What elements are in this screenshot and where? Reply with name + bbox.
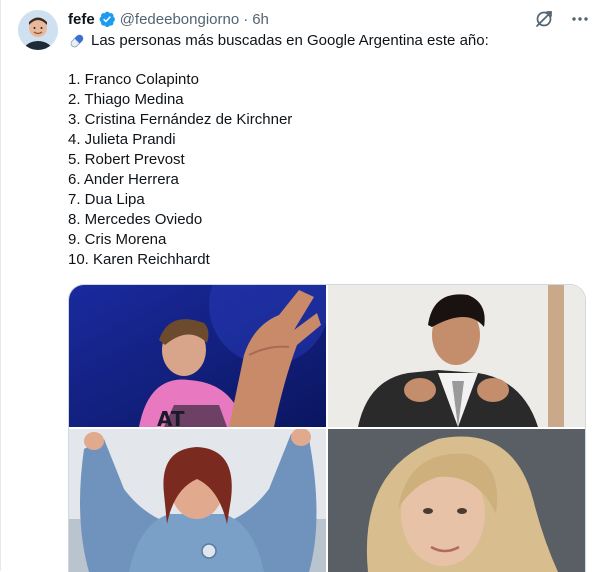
timestamp[interactable]: 6h (252, 11, 269, 28)
list-item: 5. Robert Prevost (68, 151, 185, 168)
tweet-top-actions (533, 8, 591, 30)
handle[interactable]: @fedeebongiorno (120, 11, 240, 28)
photo-3[interactable] (69, 429, 326, 572)
more-icon[interactable] (569, 8, 591, 30)
list-item: 4. Julieta Prandi (68, 131, 176, 148)
tweet-header: fefe @fedeebongiorno · 6h (68, 8, 269, 30)
media-grid: AT (68, 284, 586, 572)
list-item: 10. Karen Reichhardt (68, 251, 210, 268)
pill-emoji-icon (68, 32, 86, 50)
photo-2[interactable] (328, 285, 585, 427)
list-item: 7. Dua Lipa (68, 191, 145, 208)
display-name[interactable]: fefe (68, 11, 95, 28)
timeline-divider (0, 0, 1, 571)
verified-badge-icon (98, 10, 116, 28)
svg-text:AT: AT (157, 407, 185, 427)
list-item: 1. Franco Colapinto (68, 71, 199, 88)
photo-1[interactable]: AT (69, 285, 326, 427)
list-item: 3. Cristina Fernández de Kirchner (68, 111, 293, 128)
grok-icon[interactable] (533, 8, 555, 30)
tweet-text-first-line: Las personas más buscadas en Google Arge… (91, 32, 489, 49)
list-item: 6. Ander Herrera (68, 171, 179, 188)
tweet-text-intro: Las personas más buscadas en Google Arge… (68, 31, 489, 51)
list-item: 2. Thiago Medina (68, 91, 184, 108)
avatar[interactable] (18, 10, 58, 50)
list-item: 8. Mercedes Oviedo (68, 211, 203, 228)
photo-4[interactable] (328, 429, 585, 572)
separator-dot: · (243, 10, 249, 28)
tweet[interactable]: fefe @fedeebongiorno · 6h Las personas m… (0, 0, 615, 572)
list-item: 9. Cris Morena (68, 231, 167, 248)
ranked-list: 1. Franco Colapinto 2. Thiago Medina 3. … (68, 70, 292, 270)
